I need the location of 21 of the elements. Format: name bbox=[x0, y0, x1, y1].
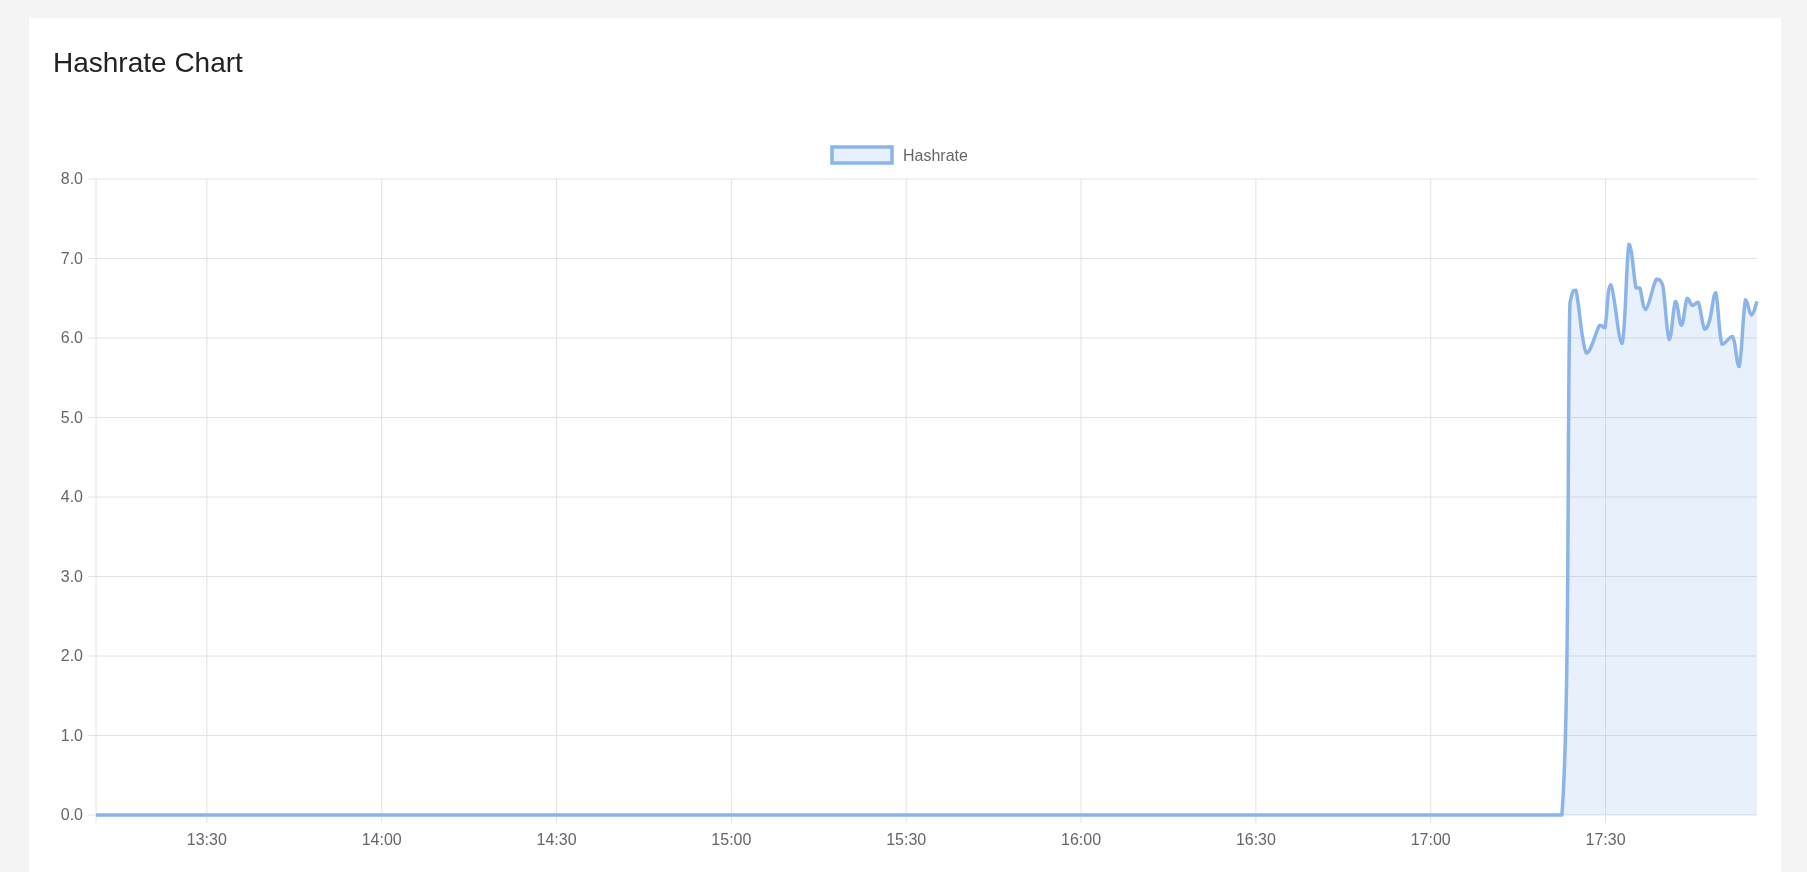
legend-label: Hashrate bbox=[903, 147, 968, 164]
axis-label: 16:00 bbox=[1061, 831, 1102, 848]
legend-swatch bbox=[830, 145, 894, 165]
axis-label: 14:00 bbox=[361, 831, 402, 848]
axis-label: 1.0 bbox=[60, 726, 83, 744]
axis-label: 17:00 bbox=[1410, 831, 1451, 848]
axis-label: 5.0 bbox=[60, 408, 83, 426]
axis-label: 2.0 bbox=[60, 647, 83, 664]
axis-label: 13:30 bbox=[186, 831, 227, 848]
axis-label: 0.0 bbox=[60, 806, 83, 823]
axis-label: 4.0 bbox=[60, 488, 83, 505]
axis-label: 16:30 bbox=[1235, 831, 1276, 848]
axis-label: 15:00 bbox=[711, 831, 752, 848]
axis-label: 3.0 bbox=[60, 567, 83, 585]
axis-label: 8.0 bbox=[60, 170, 83, 187]
axis-label: 14:30 bbox=[536, 831, 577, 848]
axis-label: 6.0 bbox=[60, 329, 83, 346]
axis-label: 7.0 bbox=[60, 249, 83, 267]
axis-label: 15:30 bbox=[886, 831, 927, 848]
axis-label: 17:30 bbox=[1585, 831, 1626, 848]
card-title: Hashrate Chart bbox=[53, 46, 243, 80]
